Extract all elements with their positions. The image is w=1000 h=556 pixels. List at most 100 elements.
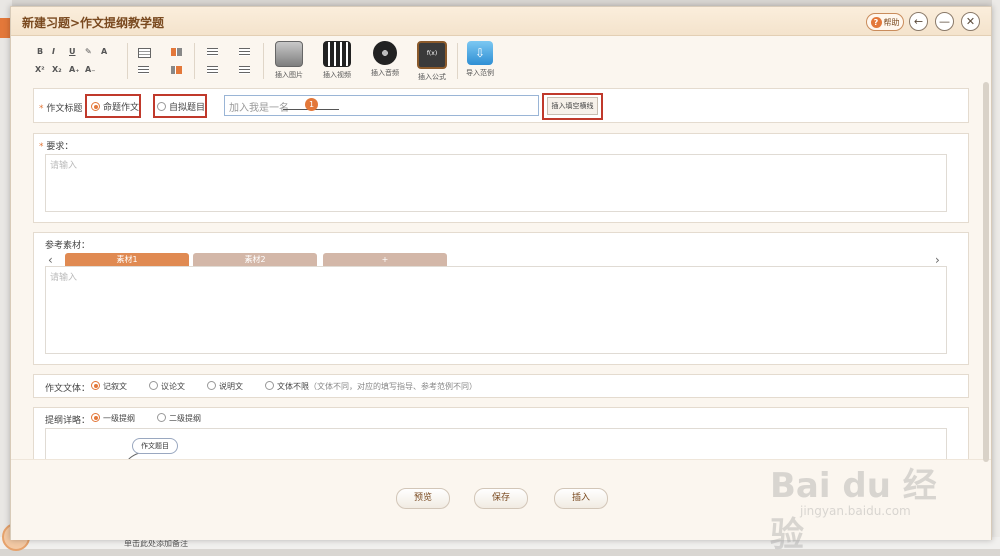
insert-audio-label: 插入音频 bbox=[371, 69, 399, 77]
font-color-button[interactable]: A bbox=[101, 47, 107, 56]
materials-textarea[interactable]: 请输入 bbox=[45, 266, 947, 354]
insert-blank-line-button[interactable]: 插入填空横线 bbox=[547, 97, 598, 115]
radio-argumentative[interactable]: 议论文 bbox=[149, 381, 185, 392]
essay-title-input-value: 加入我是一名 bbox=[229, 103, 289, 114]
radio-unchecked-icon bbox=[149, 381, 158, 390]
toolbar-separator bbox=[127, 43, 128, 79]
minus-icon: — bbox=[939, 15, 950, 28]
help-button[interactable]: ? 帮助 bbox=[866, 13, 904, 31]
radio-unchecked-icon bbox=[265, 381, 274, 390]
radio-checked-icon bbox=[91, 102, 100, 111]
close-icon: ✕ bbox=[965, 15, 976, 28]
required-mark: * bbox=[39, 142, 44, 152]
essay-title-input[interactable]: 加入我是一名 1 bbox=[224, 95, 539, 116]
align-left-icon[interactable] bbox=[207, 48, 218, 56]
radio-level-2-outline[interactable]: 二级提纲 bbox=[157, 413, 201, 424]
radio-narrative[interactable]: 记叙文 bbox=[91, 381, 127, 392]
superscript-button[interactable]: X² bbox=[35, 65, 45, 74]
blank-number-badge: 1 bbox=[305, 98, 318, 111]
toolbar-separator bbox=[457, 43, 458, 79]
insert-video-label: 插入视频 bbox=[323, 71, 351, 79]
insert-image-label: 插入图片 bbox=[275, 71, 303, 79]
font-grow-button[interactable]: A₊ bbox=[69, 65, 79, 74]
radio-level-1-outline[interactable]: 一级提纲 bbox=[91, 413, 135, 424]
essay-title-text: 作文标题 bbox=[46, 104, 83, 114]
radio-checked-icon bbox=[91, 413, 100, 422]
radio-self-title[interactable]: 自拟题目 bbox=[157, 100, 205, 113]
radio-checked-icon bbox=[91, 381, 100, 390]
video-icon bbox=[323, 41, 351, 67]
minimize-button[interactable]: — bbox=[935, 12, 954, 31]
arrow-left-icon: ← bbox=[913, 15, 924, 28]
mindmap-root-node[interactable]: 作文题目 bbox=[132, 438, 178, 454]
close-button[interactable]: ✕ bbox=[961, 12, 980, 31]
vertical-scrollbar[interactable] bbox=[983, 82, 989, 462]
align-justify-icon[interactable] bbox=[207, 66, 218, 74]
genre-note: （文体不同，对应的填写指导、参考范例不同） bbox=[309, 382, 477, 391]
radio-unchecked-icon bbox=[157, 102, 166, 111]
chevron-left-icon[interactable]: ‹ bbox=[48, 253, 53, 267]
editor-toolbar: B I U ✎ A X² X₂ A₊ A₋ 插入图片 插入视频 插入音频 f(x… bbox=[11, 37, 991, 87]
back-button[interactable]: ← bbox=[909, 12, 928, 31]
question-icon: ? bbox=[870, 16, 882, 28]
outline-label: 提纲详略： bbox=[45, 416, 91, 426]
insert-button[interactable]: 插入 bbox=[554, 488, 608, 509]
background-right-panel bbox=[992, 0, 1000, 549]
radio-any-genre[interactable]: 文体不限 bbox=[265, 381, 309, 392]
list-icon[interactable] bbox=[138, 66, 149, 74]
align-right-icon[interactable] bbox=[239, 66, 250, 74]
required-mark: * bbox=[39, 104, 44, 114]
materials-label: 参考素材： bbox=[45, 241, 91, 251]
insert-column-icon[interactable] bbox=[171, 48, 182, 56]
save-button[interactable]: 保存 bbox=[474, 488, 528, 509]
radio-self-title-label: 自拟题目 bbox=[169, 103, 206, 113]
materials-placeholder: 请输入 bbox=[50, 273, 78, 283]
material-tab-1[interactable]: 素材1 bbox=[65, 253, 189, 266]
requirements-textarea[interactable]: 请输入 bbox=[45, 154, 947, 212]
insert-image-button[interactable]: 插入图片 bbox=[269, 41, 309, 80]
insert-formula-button[interactable]: f(x) 插入公式 bbox=[412, 41, 452, 82]
preview-button[interactable]: 预览 bbox=[396, 488, 450, 509]
material-tab-2[interactable]: 素材2 bbox=[193, 253, 317, 266]
essay-title-label: * 作文标题 bbox=[39, 101, 82, 114]
help-label: 帮助 bbox=[883, 17, 900, 27]
insert-audio-button[interactable]: 插入音频 bbox=[365, 41, 405, 78]
formula-icon: f(x) bbox=[417, 41, 447, 69]
radio-level-2-label: 二级提纲 bbox=[169, 414, 201, 423]
baidu-watermark: Bai du 经验 jingyan.baidu.com bbox=[770, 448, 970, 555]
brush-icon[interactable]: ✎ bbox=[85, 47, 92, 56]
chevron-right-icon[interactable]: › bbox=[935, 253, 940, 267]
radio-proposition-essay[interactable]: 命题作文 bbox=[91, 100, 139, 113]
radio-expository[interactable]: 说明文 bbox=[207, 381, 243, 392]
import-example-label: 导入范例 bbox=[466, 69, 494, 77]
subscript-button[interactable]: X₂ bbox=[52, 65, 62, 74]
add-material-tab[interactable]: + bbox=[323, 253, 447, 266]
insert-video-button[interactable]: 插入视频 bbox=[317, 41, 357, 80]
requirements-placeholder: 请输入 bbox=[50, 161, 78, 171]
radio-any-genre-label: 文体不限 bbox=[277, 382, 309, 391]
bold-button[interactable]: B bbox=[37, 47, 43, 56]
underline-button[interactable]: U bbox=[69, 47, 76, 56]
genre-label: 作文文体： bbox=[45, 384, 91, 394]
requirements-text: 要求： bbox=[46, 142, 74, 152]
merge-cells-icon[interactable] bbox=[171, 66, 182, 74]
toolbar-separator bbox=[194, 43, 195, 79]
watermark-url: jingyan.baidu.com bbox=[800, 504, 911, 518]
dialog-title: 新建习题>作文提纲教学题 bbox=[22, 16, 165, 30]
title-bar: 新建习题>作文提纲教学题 ? 帮助 ← — ✕ bbox=[11, 7, 991, 36]
radio-expository-label: 说明文 bbox=[219, 382, 243, 391]
radio-argumentative-label: 议论文 bbox=[161, 382, 185, 391]
toolbar-separator bbox=[263, 43, 264, 79]
image-icon bbox=[275, 41, 303, 67]
table-icon[interactable] bbox=[138, 48, 151, 58]
import-example-button[interactable]: ⇩ 导入范例 bbox=[460, 41, 500, 78]
insert-formula-label: 插入公式 bbox=[418, 73, 446, 81]
import-icon: ⇩ bbox=[467, 41, 493, 65]
align-center-icon[interactable] bbox=[239, 48, 250, 56]
radio-narrative-label: 记叙文 bbox=[103, 382, 127, 391]
audio-icon bbox=[373, 41, 397, 65]
font-shrink-button[interactable]: A₋ bbox=[85, 65, 95, 74]
radio-level-1-label: 一级提纲 bbox=[103, 414, 135, 423]
italic-button[interactable]: I bbox=[52, 47, 55, 56]
radio-proposition-label: 命题作文 bbox=[103, 103, 140, 113]
